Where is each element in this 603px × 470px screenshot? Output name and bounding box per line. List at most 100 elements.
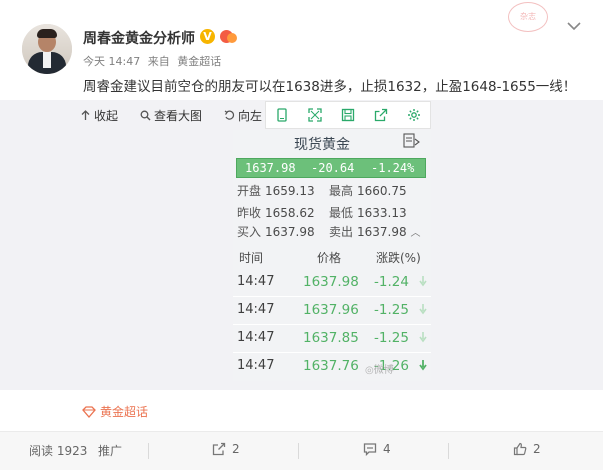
row-price: 1637.85 <box>303 330 359 346</box>
like-count: 2 <box>533 442 541 456</box>
topic-link[interactable]: 黄金超话 <box>82 403 148 420</box>
phone-view-button[interactable] <box>267 104 297 126</box>
repost-button[interactable]: 2 <box>212 442 240 456</box>
comment-button[interactable]: 4 <box>363 442 391 456</box>
repost-icon <box>212 442 226 456</box>
footer-divider <box>148 443 149 459</box>
high-row: 最高 1660.75 <box>329 182 407 199</box>
rotate-left-label: 向左 <box>238 109 263 123</box>
row-change: -1.24 <box>374 274 409 290</box>
row-price: 1637.76 <box>303 358 359 374</box>
chevron-down-icon[interactable] <box>566 20 582 32</box>
comment-count: 4 <box>383 442 391 456</box>
weibo-post-card: 周春金黄金分析师 V 今天 14:47 来自 黄金超话 杂志 周睿金建议目前空仓… <box>0 0 603 470</box>
low-value: 1633.13 <box>357 206 407 220</box>
image-watermark: ◎微博 <box>365 365 394 376</box>
gear-icon <box>407 109 420 121</box>
open-value: 1659.13 <box>265 184 315 198</box>
down-arrow-icon <box>419 276 427 287</box>
down-arrow-icon <box>419 332 427 343</box>
bid-label: 买入 <box>237 225 262 239</box>
ask-label: 卖出 <box>329 225 354 239</box>
user-name-link[interactable]: 周春金黄金分析师 <box>83 28 195 48</box>
collapse-button[interactable]: 收起 <box>80 107 118 124</box>
promote-button[interactable]: 推广 <box>98 442 122 459</box>
view-large-button[interactable]: 查看大图 <box>140 107 202 124</box>
chevron-up-icon: ︿ <box>410 228 421 239</box>
gold-quote-image[interactable]: 现货黄金 1637.98 -20.64 -1.24% 开盘 1659.13 最高 1… <box>233 130 431 381</box>
high-label: 最高 <box>329 184 354 198</box>
prev-close-value: 1658.62 <box>265 206 315 220</box>
quote-title: 现货黄金 <box>294 137 350 153</box>
row-divider <box>233 324 431 325</box>
row-time: 14:47 <box>237 330 275 345</box>
post-time-link[interactable]: 今天 14:47 <box>83 55 140 68</box>
col-price-header: 价格 <box>317 251 342 265</box>
row-price: 1637.98 <box>303 274 359 290</box>
price-change-pct: -1.24% <box>371 161 415 175</box>
comment-icon <box>363 443 377 456</box>
topic-label: 黄金超话 <box>100 405 149 419</box>
row-time: 14:47 <box>237 302 275 317</box>
footer-divider <box>298 443 299 459</box>
stamp-watermark: 杂志 <box>508 2 548 32</box>
share-image-button[interactable] <box>366 104 396 126</box>
row-time: 14:47 <box>237 274 275 289</box>
read-count-label: 阅读 1923 <box>29 444 88 458</box>
footer-divider <box>448 443 449 459</box>
col-time-header: 时间 <box>239 251 264 265</box>
prev-close-label: 昨收 <box>237 206 262 220</box>
read-count: 阅读 1923 <box>29 442 87 459</box>
row-price: 1637.96 <box>303 302 359 318</box>
high-value: 1660.75 <box>357 184 407 198</box>
col-change-header: 涨跌(%) <box>376 251 421 265</box>
like-button[interactable]: 2 <box>513 442 541 456</box>
save-image-button[interactable] <box>333 104 363 126</box>
table-row: 14:47 1637.96 -1.25 <box>233 298 431 324</box>
table-row: 14:47 1637.85 -1.25 <box>233 326 431 352</box>
row-change: -1.25 <box>374 330 409 346</box>
row-time: 14:47 <box>237 358 275 373</box>
rotate-left-button[interactable]: 向左 <box>224 107 262 124</box>
arrow-up-icon <box>81 110 90 120</box>
low-label: 最低 <box>329 206 354 220</box>
collapse-label: 收起 <box>94 109 119 123</box>
user-avatar[interactable] <box>22 24 72 74</box>
prev-close-row: 昨收 1658.62 <box>237 204 315 221</box>
topic-diamond-icon <box>82 405 96 418</box>
post-text: 周睿金建议目前空仓的朋友可以在1638进多，止损1632，止盈1648-1655… <box>83 79 577 95</box>
fan-badge-icon[interactable] <box>219 28 238 44</box>
post-footer: 阅读 1923 推广 2 4 2 <box>0 431 603 470</box>
open-row: 开盘 1659.13 <box>237 182 315 199</box>
image-settings-button[interactable] <box>399 104 429 126</box>
down-arrow-icon <box>419 304 427 315</box>
verified-badge-icon: V <box>200 29 215 44</box>
post-meta: 今天 14:47 来自 黄金超话 <box>83 53 225 69</box>
view-large-label: 查看大图 <box>154 109 203 123</box>
repost-count: 2 <box>232 442 240 456</box>
price-band: 1637.98 -20.64 -1.24% <box>236 158 426 178</box>
table-row: 14:47 1637.76 -1.26 <box>233 354 431 380</box>
image-tools-bar <box>265 101 431 129</box>
phone-icon <box>277 108 288 122</box>
fullscreen-button[interactable] <box>300 104 330 126</box>
current-price: 1637.98 <box>245 161 296 175</box>
ask-row: 卖出 1637.98 ︿ <box>329 223 420 240</box>
quote-menu-icon <box>403 133 421 149</box>
rotate-left-icon <box>224 110 235 120</box>
save-icon <box>341 108 355 122</box>
share-icon <box>374 108 387 122</box>
magnifier-icon <box>140 110 151 121</box>
table-row: 14:47 1637.98 -1.24 <box>233 270 431 296</box>
bid-value: 1637.98 <box>265 225 315 239</box>
price-change: -20.64 <box>311 161 355 175</box>
source-link[interactable]: 黄金超话 <box>177 55 221 68</box>
row-change: -1.25 <box>374 302 409 318</box>
open-label: 开盘 <box>237 184 262 198</box>
row-divider <box>233 296 431 297</box>
ask-value: 1637.98 <box>357 225 407 239</box>
source-prefix: 来自 <box>147 55 170 68</box>
row-divider <box>233 352 431 353</box>
thumbs-up-icon <box>513 442 527 456</box>
promote-label: 推广 <box>98 444 123 458</box>
